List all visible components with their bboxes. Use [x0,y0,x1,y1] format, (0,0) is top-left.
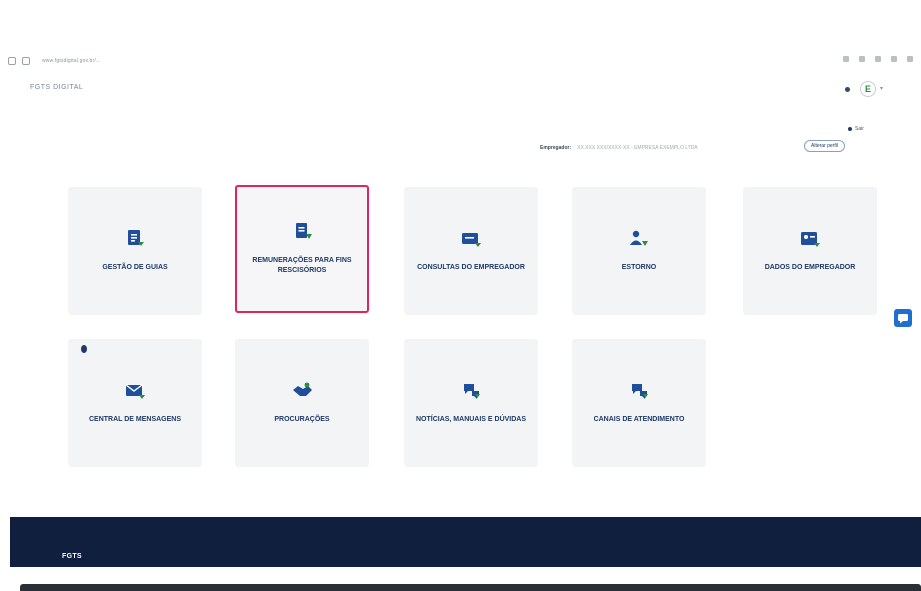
collections-icon[interactable] [875,56,881,62]
envelope-icon [125,384,145,399]
employer-card-icon [801,231,820,247]
menu-icon[interactable] [907,56,913,62]
document-money-icon [296,222,312,239]
logout-label: Sair [855,126,864,132]
employer-label: Empregador: [540,145,572,151]
card-label: Remunerações para fins rescisórios [252,256,352,274]
document-list-icon [128,229,144,246]
card-label: Estorno [621,263,657,271]
card-label: Gestão de Guias [102,263,168,271]
id-card-icon [462,232,481,247]
app-header: FGTS DIGITAL E ▾ [0,78,921,102]
side-chat-button[interactable] [894,309,912,327]
unread-badge [81,345,87,353]
brand-logo[interactable]: FGTS DIGITAL [30,84,83,91]
card-label: Procurações [274,415,330,423]
favorite-icon[interactable] [859,56,865,62]
logout-link[interactable]: Sair [848,126,864,132]
card-dados-do-empregador[interactable]: Dados do Empregador [743,187,877,315]
chat-bubbles-icon [464,383,480,399]
support-chat-icon [632,383,648,399]
reload-icon[interactable] [22,57,30,65]
change-profile-button[interactable]: Alterar perfil [804,140,845,152]
taskbar-strip [20,584,921,591]
chevron-down-icon[interactable]: ▾ [880,85,883,92]
card-label: Dados do Empregador [764,263,856,271]
card-gestao-de-guias[interactable]: Gestão de Guias [68,187,202,315]
extension-icon[interactable] [843,56,849,62]
address-bar[interactable]: www.fgtsdigital.gov.br/... [42,58,101,64]
card-label: Central de Mensagens [88,415,182,423]
card-label: Canais de Atendimento [593,415,685,423]
footer: FGTS [10,517,921,567]
person-refund-icon [630,230,648,246]
card-central-de-mensagens[interactable]: Central de Mensagens [68,339,202,467]
tab-icon[interactable] [8,57,16,65]
card-label: Consultas do Empregador [417,263,525,271]
card-estorno[interactable]: Estorno [572,187,706,315]
avatar[interactable]: E [860,81,876,97]
employer-info: Empregador: XX.XXX.XXX/XXXX-XX - EMPRESA… [540,142,777,154]
card-procuracoes[interactable]: Procurações [235,339,369,467]
logout-icon [848,127,852,131]
card-consultas-do-empregador[interactable]: Consultas do Empregador [404,187,538,315]
card-noticias-manuais[interactable]: Notícias, Manuais e Dúvidas [404,339,538,467]
browser-actions [843,56,913,62]
card-canais-de-atendimento[interactable]: Canais de Atendimento [572,339,706,467]
card-remuneracoes[interactable]: Remunerações para fins rescisórios [235,185,369,313]
handshake-icon [293,382,312,396]
browser-toolbar: www.fgtsdigital.gov.br/... [0,52,921,70]
profile-icon[interactable] [891,56,897,62]
chat-icon [898,314,908,324]
card-label: Notícias, Manuais e Dúvidas [415,415,527,423]
employer-value: XX.XXX.XXX/XXXX-XX - EMPRESA EXEMPLO LTD… [577,145,698,151]
footer-logo: FGTS [62,553,82,560]
notification-icon[interactable] [845,87,850,92]
